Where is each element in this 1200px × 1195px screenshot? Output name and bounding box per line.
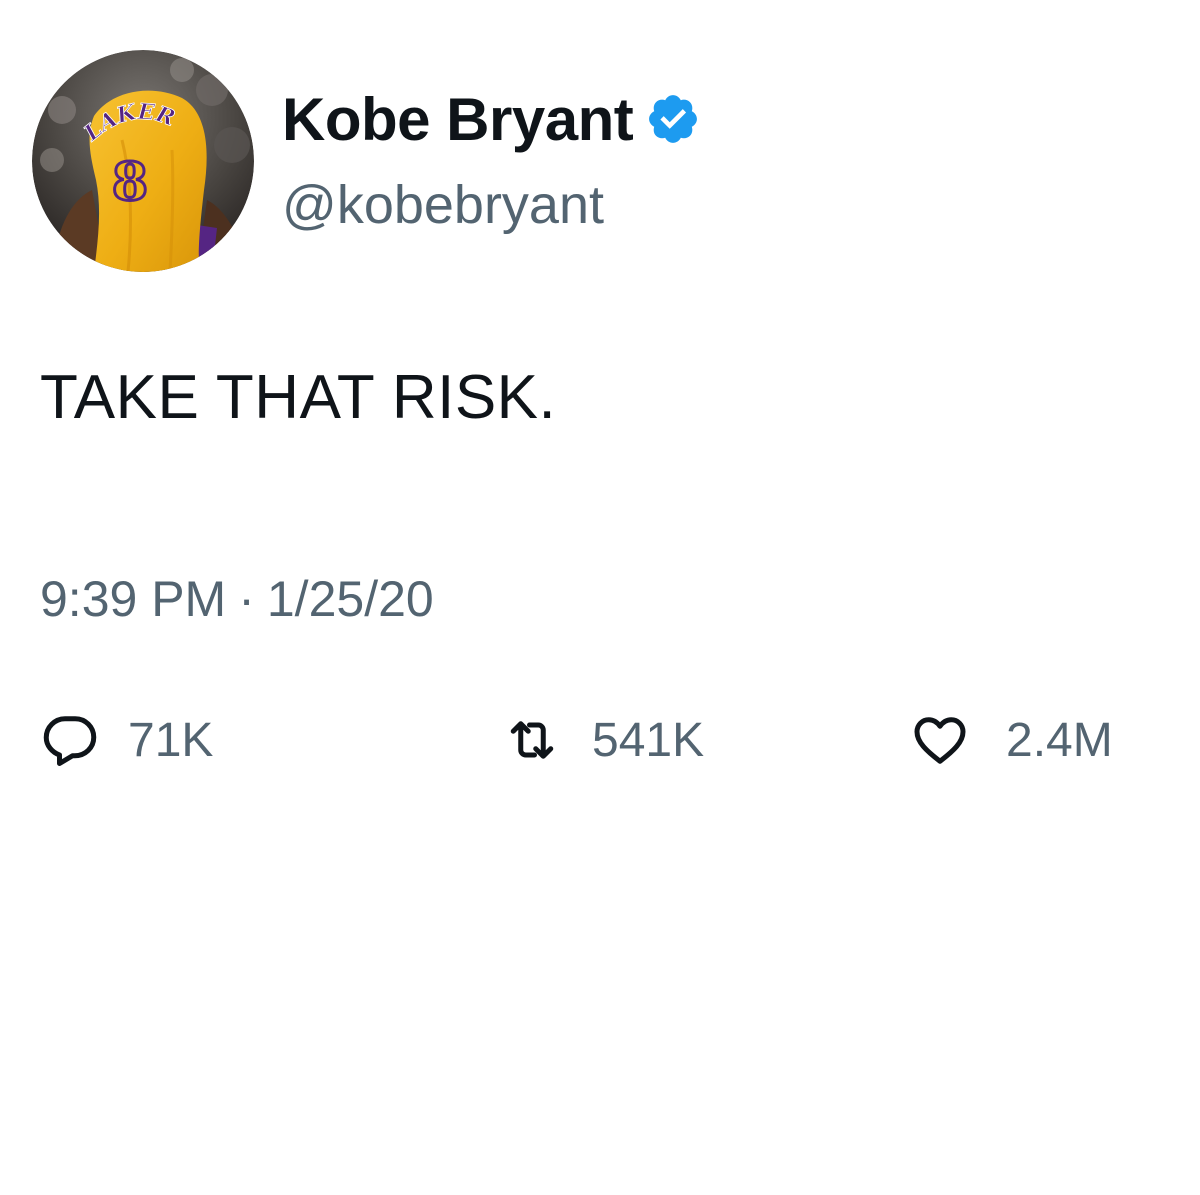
tweet-text: TAKE THAT RISK. xyxy=(40,363,557,432)
tweet-date: 1/25/20 xyxy=(266,571,434,627)
tweet-card: LAKERS 8 Kobe Bryant @kobebryant TAKE TH… xyxy=(0,0,1200,1195)
verified-badge-icon xyxy=(645,91,701,147)
avatar[interactable]: LAKERS 8 xyxy=(32,50,254,272)
retweet-arrows-icon xyxy=(502,710,562,770)
like-count: 2.4M xyxy=(1006,713,1113,767)
meta-separator: · xyxy=(238,571,255,627)
author-display-name[interactable]: Kobe Bryant xyxy=(282,85,634,154)
like-button[interactable]: 2.4M xyxy=(910,700,1113,780)
heart-icon xyxy=(910,710,970,770)
speech-bubble-icon xyxy=(40,710,100,770)
tweet-actions: 71K 541K 2.4M xyxy=(0,700,1200,780)
tweet-timestamp[interactable]: 9:39 PM · 1/25/20 xyxy=(40,570,434,628)
reply-button[interactable]: 71K xyxy=(40,700,213,780)
author-handle[interactable]: @kobebryant xyxy=(282,174,604,236)
retweet-count: 541K xyxy=(592,713,705,767)
avatar-image: LAKERS 8 xyxy=(32,50,254,272)
reply-count: 71K xyxy=(128,713,214,767)
svg-text:8: 8 xyxy=(112,152,148,213)
author-name-row: Kobe Bryant xyxy=(282,84,701,154)
retweet-button[interactable]: 541K xyxy=(502,700,704,780)
tweet-time: 9:39 PM xyxy=(40,571,227,627)
